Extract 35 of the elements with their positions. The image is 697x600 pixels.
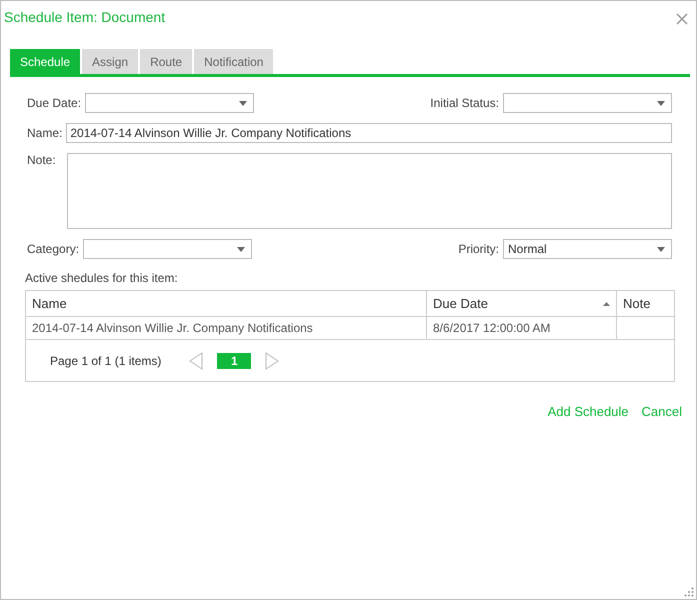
action-link[interactable]: Add Schedule [548, 404, 629, 419]
due-date-dropdown[interactable] [85, 93, 254, 113]
caret-icon [657, 246, 665, 252]
action-link[interactable]: Cancel [642, 404, 682, 419]
caret-icon [237, 246, 246, 252]
pager-info: Page 1 of 1 (1 items) [50, 354, 162, 368]
table-caption: Active shedules for this item: [25, 271, 179, 285]
tab[interactable]: Schedule [10, 49, 80, 74]
previous-page-icon[interactable] [189, 352, 204, 370]
tab[interactable]: Notification [194, 49, 274, 74]
column-header[interactable]: Name [26, 291, 427, 316]
resize-grip-icon[interactable] [684, 587, 694, 597]
field-label: Name: [27, 126, 62, 140]
close-icon[interactable] [676, 13, 688, 25]
field-label: Priority: [458, 242, 499, 256]
tab[interactable]: Assign [82, 49, 138, 74]
page-button[interactable]: 1 [217, 352, 252, 368]
caret-icon [239, 100, 248, 106]
field-label: Due Date: [27, 96, 82, 110]
table-cell: 2014-07-14 Alvinson Willie Jr. Company Notifications [26, 317, 427, 339]
next-page-icon[interactable] [265, 352, 280, 370]
field-label: Category: [27, 242, 80, 256]
note-field[interactable] [66, 153, 672, 229]
window-title: Schedule Item: Document [4, 9, 166, 25]
priority-dropdown[interactable]: Normal [503, 239, 672, 259]
name-field[interactable]: 2014-07-14 Alvinson Willie Jr. Company Notifications [66, 123, 672, 143]
field-label: Initial Status: [430, 96, 499, 110]
tab[interactable]: Route [140, 49, 192, 74]
column-header[interactable]: Due Date [427, 291, 617, 316]
field-label: Note: [27, 153, 56, 167]
initial-status-dropdown[interactable] [503, 93, 672, 113]
column-header[interactable]: Note [617, 291, 674, 316]
table-cell: 8/6/2017 12:00:00 AM [427, 317, 617, 339]
category-dropdown[interactable] [83, 239, 252, 259]
caret-icon [657, 100, 665, 106]
